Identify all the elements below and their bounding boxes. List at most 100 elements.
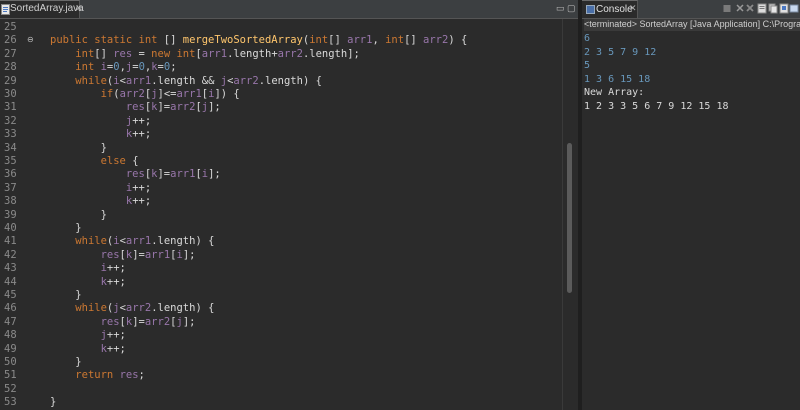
editor-pane: SortedArray.java ✕ ▭ ▢ 25 26 ⊖ 27 28 29 30 31 32… xyxy=(0,0,578,410)
code-token: [] xyxy=(404,34,424,47)
code-token: = xyxy=(132,47,152,60)
code-line: } xyxy=(50,222,82,234)
minimize-icon[interactable]: ▭ xyxy=(556,3,565,14)
line-number: 35 xyxy=(4,155,17,167)
code-line: } xyxy=(50,289,81,301)
scrollbar-thumb[interactable] xyxy=(567,143,572,293)
code-token: arr2 xyxy=(170,101,196,114)
line-number: 25 xyxy=(4,21,17,33)
scroll-lock-icon[interactable] xyxy=(757,3,767,14)
code-token: ++; xyxy=(106,275,126,288)
code-line: else { xyxy=(50,155,139,167)
code-token: [] xyxy=(163,34,183,47)
code-line: if(arr2[j]<=arr1[i]) { xyxy=(50,88,240,100)
code-token: res xyxy=(100,315,120,328)
code-line: i++; xyxy=(50,262,126,274)
code-line: } xyxy=(50,209,107,221)
tab-console[interactable]: Console ✕ xyxy=(582,0,638,18)
code-token: .length && xyxy=(151,74,221,87)
code-line: res[k]=arr1[i]; xyxy=(50,168,221,180)
code-line: } xyxy=(50,142,107,154)
code-token: else xyxy=(100,155,126,167)
line-number: 30 xyxy=(4,88,17,100)
code-token: arr1 xyxy=(170,168,196,181)
code-line: int i=0,j=0,k=0; xyxy=(50,61,177,74)
pin-icon[interactable] xyxy=(779,3,789,14)
line-number: 43 xyxy=(4,262,17,275)
line-number: 37 xyxy=(4,181,17,194)
code-area[interactable]: public static int [] mergeTwoSortedArray… xyxy=(50,19,560,410)
line-number: 39 xyxy=(4,208,17,221)
terminate-icon[interactable] xyxy=(722,3,732,14)
maximize-icon[interactable]: ▢ xyxy=(567,3,576,14)
console-output-line: 2 3 5 7 9 12 xyxy=(584,46,657,58)
code-token: ]; xyxy=(208,168,221,181)
code-line: j++; xyxy=(50,115,151,127)
code-token: [] xyxy=(328,34,348,47)
remove-launch-icon[interactable] xyxy=(735,3,745,14)
code-token: ++; xyxy=(106,342,126,355)
line-number: 48 xyxy=(4,329,17,342)
tab-label: SortedArray.java xyxy=(10,3,84,14)
code-token: ; xyxy=(170,61,177,74)
code-token: while xyxy=(75,74,107,87)
line-number: 50 xyxy=(4,356,17,368)
close-icon[interactable]: ✕ xyxy=(75,3,83,14)
display-console-icon[interactable] xyxy=(789,3,799,14)
code-line: public static int [] mergeTwoSortedArray… xyxy=(50,34,467,46)
code-token: ++; xyxy=(106,262,126,275)
code-token: } xyxy=(50,208,107,221)
console-output-line: 1 2 3 3 5 6 7 9 12 15 18 xyxy=(584,100,729,112)
code-token: res xyxy=(125,168,145,181)
code-token: ]= xyxy=(157,101,171,114)
code-token: ]<= xyxy=(157,88,177,100)
code-line: return res; xyxy=(50,369,145,381)
code-token: arr2 xyxy=(119,88,145,100)
fold-toggle-icon[interactable]: ⊖ xyxy=(27,35,35,44)
line-number: 34 xyxy=(4,141,17,154)
code-line: j++; xyxy=(50,329,126,341)
line-number: 45 xyxy=(4,289,17,301)
code-token: ++; xyxy=(106,329,126,342)
editor-scrollbar[interactable] xyxy=(562,19,577,410)
code-token: arr1 xyxy=(144,248,171,261)
code-token: arr1 xyxy=(125,235,152,248)
code-token: int xyxy=(385,34,405,47)
code-token: .length+ xyxy=(227,47,278,60)
code-token: arr2 xyxy=(277,47,303,60)
code-token: } xyxy=(50,222,82,234)
close-icon[interactable]: ✕ xyxy=(629,3,637,14)
remove-all-icon[interactable] xyxy=(745,3,755,14)
console-icon xyxy=(586,5,595,14)
code-token: return xyxy=(75,369,120,382)
code-token: ]= xyxy=(132,248,145,261)
code-token: arr1 xyxy=(347,34,373,47)
code-token: ]= xyxy=(157,168,171,181)
code-token: arr1 xyxy=(125,74,152,87)
code-token: ; xyxy=(138,369,145,382)
line-number: 33 xyxy=(4,128,17,141)
editor-tabbar: SortedArray.java ✕ ▭ ▢ xyxy=(0,0,578,19)
code-token: , xyxy=(372,34,386,47)
code-token: arr1 xyxy=(201,47,228,60)
code-line: } xyxy=(50,356,81,368)
code-token: new int xyxy=(151,47,196,60)
copy-icon[interactable] xyxy=(768,3,778,14)
line-number: 27 xyxy=(4,47,17,60)
tab-sortedarray-java[interactable]: SortedArray.java ✕ xyxy=(0,0,84,18)
code-token: arr1 xyxy=(176,88,202,100)
code-token: ++; xyxy=(132,195,152,208)
